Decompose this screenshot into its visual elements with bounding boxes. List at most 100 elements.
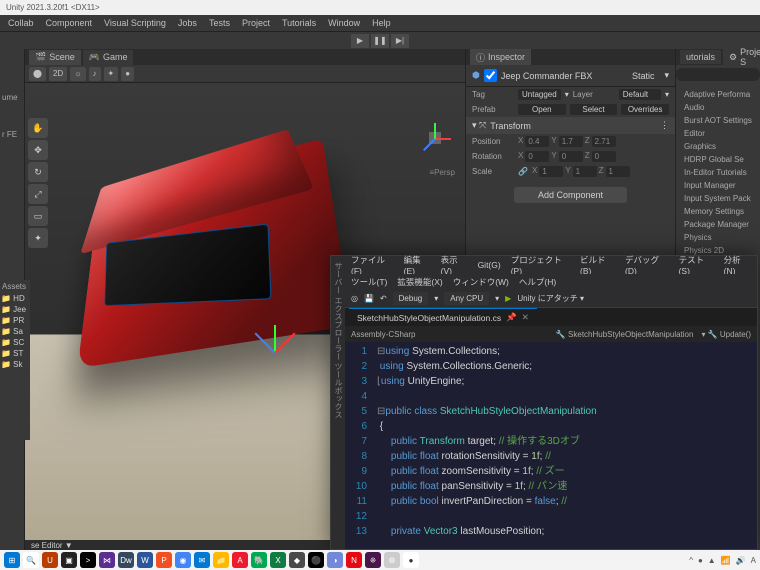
ps-item[interactable]: Input Manager [680,179,756,192]
pos-z[interactable]: 2.71 [592,136,616,147]
pin-icon[interactable]: 📌 [506,312,517,323]
menu-window[interactable]: Window [328,18,360,28]
ps-item[interactable]: Graphics [680,140,756,153]
asset-folder[interactable]: 📁 ST [0,348,30,359]
taskbar-icon[interactable]: 🐘 [251,552,267,568]
static-caret[interactable]: ▾ [664,70,669,81]
menu-collab[interactable]: Collab [8,18,34,28]
vs-config-dropdown[interactable]: Debug [393,292,429,305]
scl-z[interactable]: 1 [606,166,630,177]
jeep-model[interactable] [35,113,365,393]
menu-visual-scripting[interactable]: Visual Scripting [104,18,166,28]
taskbar-icon[interactable]: ▣ [61,552,77,568]
rot-z[interactable]: 0 [592,151,616,162]
vs-nav-back-icon[interactable]: ◎ [351,294,358,303]
transform-header[interactable]: ▾ ⤧ Transform⋮ [466,117,675,134]
asset-folder[interactable]: 📁 Sa [0,326,30,337]
audio-toggle[interactable]: ♪ [89,67,101,81]
scl-x[interactable]: 1 [539,166,563,177]
tray-icon[interactable]: ● [698,556,703,565]
menu-project[interactable]: Project [242,18,270,28]
taskbar-icon[interactable]: W [137,552,153,568]
vs-menu-item[interactable]: 編集(E) [404,254,431,276]
vs-file-tab[interactable]: SketchHubStyleObjectManipulation.cs 📌 ✕ [349,308,537,326]
vs-save-icon[interactable]: 💾 [364,294,374,303]
menu-tutorials[interactable]: Tutorials [282,18,316,28]
tray-icon[interactable]: 📶 [721,556,731,565]
taskbar-icon[interactable]: ◉ [175,552,191,568]
vs-sidebar-tabs[interactable]: サーバー エクスプローラー ツールボックス [331,256,345,549]
step-button[interactable]: ▶| [391,34,409,48]
layer-dropdown[interactable]: Default [619,89,661,100]
vs-undo-icon[interactable]: ↶ [380,294,387,303]
taskbar-icon[interactable]: ◑ [327,552,343,568]
gizmos-toggle[interactable]: ● [121,67,134,81]
vs-menu-item[interactable]: ビルド(B) [580,254,615,276]
nav-cube[interactable] [415,118,455,158]
taskbar-icon[interactable]: P [156,552,172,568]
ps-item[interactable]: Memory Settings [680,205,756,218]
vs-menu-item[interactable]: 分析(N) [724,254,751,276]
taskbar-icon[interactable]: ● [403,552,419,568]
taskbar-icon[interactable]: U [42,552,58,568]
tab-game[interactable]: 🎮Game [83,50,134,65]
object-name-field[interactable]: Jeep Commander FBX [501,71,622,81]
rot-y[interactable]: 0 [559,151,583,162]
pos-x[interactable]: 0.4 [525,136,549,147]
ps-item[interactable]: Input System Pack [680,192,756,205]
ps-item[interactable]: Adaptive Performa [680,88,756,101]
prefab-overrides-button[interactable]: Overrides [621,104,669,115]
vs-menu-item[interactable]: 拡張機能(X) [397,276,442,288]
taskbar-icon[interactable]: ✉ [194,552,210,568]
taskbar-icon[interactable]: 📁 [213,552,229,568]
crumb-class[interactable]: SketchHubStyleObjectManipulation [568,330,693,339]
menu-jobs[interactable]: Jobs [178,18,197,28]
tab-project-settings[interactable]: ⚙Project S [723,45,760,69]
vs-menu-item[interactable]: 表示(V) [441,254,468,276]
crumb-assembly[interactable]: Assembly-CSharp [351,330,415,339]
ps-item[interactable]: Package Manager [680,218,756,231]
vs-code-editor[interactable]: 12345678910111213 ⊟using System.Collecti… [345,342,757,549]
asset-folder[interactable]: 📁 Sk [0,359,30,370]
menu-help[interactable]: Help [372,18,391,28]
gizmo-z-axis[interactable] [254,332,275,353]
vs-menu-item[interactable]: デバッグ(D) [625,254,669,276]
taskbar-icon[interactable]: Dw [118,552,134,568]
vs-menu-item[interactable]: テスト(S) [679,254,714,276]
gizmo-y-axis[interactable] [274,325,276,353]
nav-y[interactable] [434,123,436,139]
taskbar-icon[interactable]: ⚫ [308,552,324,568]
prefab-select-button[interactable]: Select [570,104,618,115]
vs-platform-dropdown[interactable]: Any CPU [444,292,489,305]
asset-folder[interactable]: 📁 Jee [0,304,30,315]
ps-item[interactable]: Audio [680,101,756,114]
asset-folder[interactable]: 📁 PR [0,315,30,326]
persp-label[interactable]: ≡Persp [429,168,455,177]
object-enabled-checkbox[interactable] [484,69,497,82]
ps-item[interactable]: Physics [680,231,756,244]
ps-item[interactable]: Burst AOT Settings [680,114,756,127]
vs-menu-item[interactable]: Git(G) [478,260,501,270]
ps-item[interactable]: Editor [680,127,756,140]
scale-link-icon[interactable]: 🔗 [518,167,528,176]
scl-y[interactable]: 1 [573,166,597,177]
gizmo-x-axis[interactable] [274,332,295,353]
shading-dropdown[interactable]: ⬤ [29,67,46,81]
tag-dropdown[interactable]: Untagged [518,89,561,100]
play-button[interactable]: ▶ [351,34,369,48]
nav-x[interactable] [435,138,451,140]
crumb-method[interactable]: Update() [720,330,751,339]
taskbar-icon[interactable]: ◆ [289,552,305,568]
menu-tests[interactable]: Tests [209,18,230,28]
fx-toggle[interactable]: ✦ [104,67,119,81]
vs-menu-item[interactable]: プロジェクト(P) [511,254,570,276]
static-dropdown[interactable]: Static [626,70,661,82]
asset-folder[interactable]: 📁 HD [0,293,30,304]
tray-icon[interactable]: A [751,556,756,565]
taskbar-icon[interactable]: 🔍 [23,552,39,568]
ps-search-input[interactable] [676,68,760,81]
taskbar-icon[interactable]: N [346,552,362,568]
vs-menu-item[interactable]: ファイル(F) [351,254,394,276]
taskbar-icon[interactable]: > [80,552,96,568]
asset-folder[interactable]: 📁 SC [0,337,30,348]
